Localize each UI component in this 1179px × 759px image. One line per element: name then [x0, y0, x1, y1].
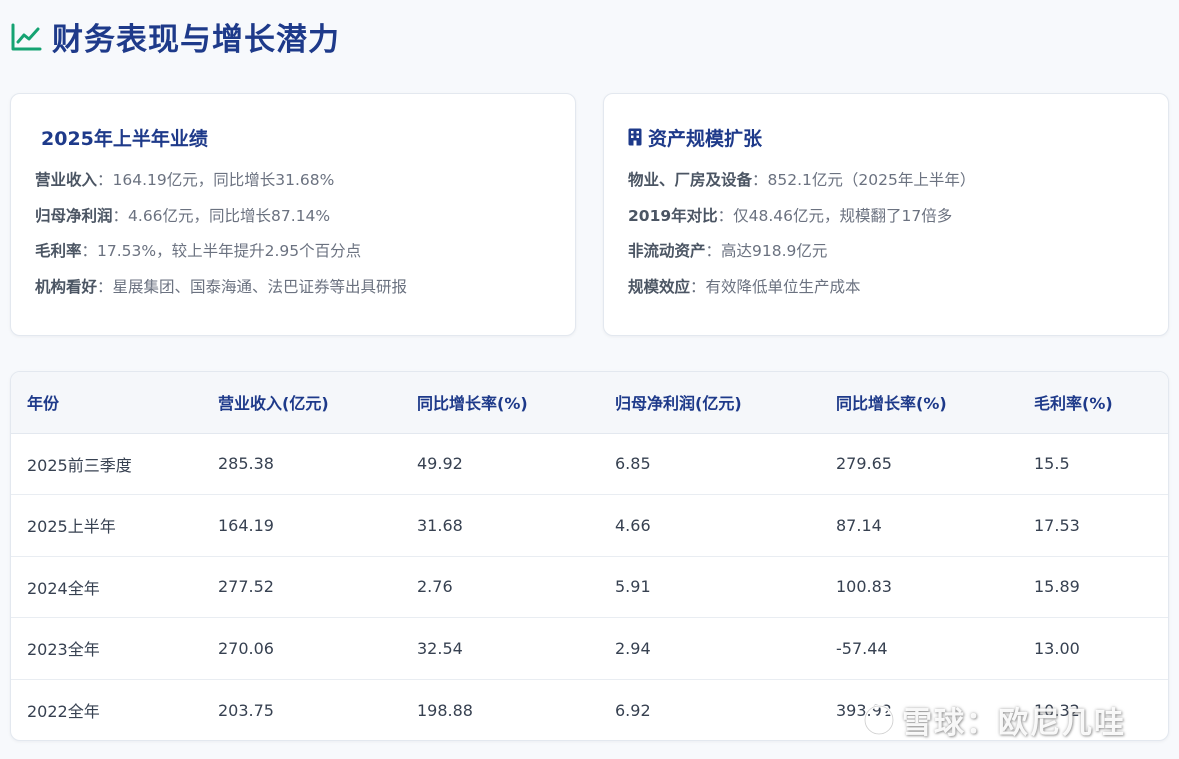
page-title-text: 财务表现与增长潜力 [52, 22, 340, 58]
performance-card: 2025年上半年业绩 营业收入：164.19亿元，同比增长31.68% 归母净利… [10, 93, 576, 336]
table-header-row: 年份 营业收入(亿元) 同比增长率(%) 归母净利润(亿元) 同比增长率(%) … [11, 372, 1168, 434]
cell-profit-growth: 87.14 [820, 494, 1018, 557]
cell-revenue-growth: 32.54 [401, 617, 599, 680]
line-label: 物业、厂房及设备 [628, 171, 753, 189]
line-value: 852.1亿元（2025年上半年） [767, 171, 976, 189]
header-revenue-growth: 同比增长率(%) [401, 372, 599, 434]
line-label: 归母净利润 [35, 206, 113, 225]
assets-line-scale: 规模效应：有效降低单位生产成本 [628, 277, 861, 296]
table-row: 2023全年 270.06 32.54 2.94 -57.44 13.00 [11, 617, 1168, 680]
cell-profit-growth: -57.44 [820, 617, 1018, 680]
cell-revenue-growth: 198.88 [417, 700, 473, 720]
header-year: 年份 [11, 372, 202, 434]
line-label: 2019年对比 [628, 206, 718, 225]
building-icon [628, 128, 642, 146]
financial-table: 年份 营业收入(亿元) 同比增长率(%) 归母净利润(亿元) 同比增长率(%) … [10, 371, 1169, 741]
cell-profit-growth: 100.83 [820, 556, 1018, 618]
line-value: 有效降低单位生产成本 [705, 277, 861, 296]
performance-line-gross-margin: 毛利率：17.53%，较上半年提升2.95个百分点 [35, 242, 362, 260]
performance-card-title: 2025年上半年业绩 [41, 127, 208, 150]
cell-revenue: 164.19 [202, 494, 401, 557]
cell-revenue: 285.38 [202, 433, 401, 495]
watermark: 雪球：欧尼几哇 [862, 698, 1126, 742]
cell-revenue-growth: 31.68 [401, 494, 599, 557]
table-row: 2024全年 277.52 2.76 5.91 100.83 15.89 [11, 556, 1168, 618]
cell-gross-margin: 13.00 [1018, 617, 1168, 680]
xueqiu-logo-icon [862, 703, 896, 737]
cell-net-profit: 2.94 [599, 617, 820, 680]
assets-line-ppe: 物业、厂房及设备：852.1亿元（2025年上半年） [628, 171, 976, 189]
cell-gross-margin: 15.5 [1018, 433, 1168, 495]
header-profit-growth: 同比增长率(%) [820, 372, 1018, 434]
line-value: 星展集团、国泰海通、法巴证券等出具研报 [112, 277, 408, 296]
line-label: 营业收入 [35, 171, 98, 189]
assets-line-noncurrent: 非流动资产：高达918.9亿元 [628, 242, 828, 260]
assets-line-2019: 2019年对比：仅48.46亿元，规模翻了17倍多 [628, 206, 953, 225]
cell-net-profit: 6.85 [599, 433, 820, 495]
cell-net-profit: 5.91 [599, 556, 820, 618]
line-value: 164.19亿元，同比增长31.68% [112, 171, 335, 189]
cell-gross-margin: 15.89 [1018, 556, 1168, 618]
cell-year: 2022全年 [27, 702, 100, 721]
performance-line-net-profit: 归母净利润：4.66亿元，同比增长87.14% [35, 206, 331, 225]
cell-net-profit: 4.66 [599, 494, 820, 557]
line-value: 4.66亿元，同比增长87.14% [128, 206, 331, 225]
cell-revenue: 277.52 [202, 556, 401, 618]
line-value: 仅48.46亿元，规模翻了17倍多 [733, 206, 953, 225]
watermark-text: 雪球：欧尼几哇 [902, 706, 1126, 741]
header-gross-margin: 毛利率(%) [1018, 372, 1168, 434]
cell-year: 2025上半年 [11, 494, 202, 557]
performance-line-institutions: 机构看好：星展集团、国泰海通、法巴证券等出具研报 [35, 277, 408, 296]
cell-gross-margin: 17.53 [1018, 494, 1168, 557]
cell-year: 2023全年 [11, 617, 202, 680]
cell-revenue: 270.06 [202, 617, 401, 680]
cell-revenue-growth: 2.76 [401, 556, 599, 618]
line-label: 毛利率 [35, 242, 82, 260]
cell-revenue: 203.75 [218, 700, 274, 720]
cell-profit-growth: 279.65 [820, 433, 1018, 495]
line-value: 17.53%，较上半年提升2.95个百分点 [97, 242, 362, 260]
line-value: 高达918.9亿元 [721, 242, 828, 260]
page-title: 财务表现与增长潜力 [10, 14, 340, 59]
cell-year: 2024全年 [11, 556, 202, 618]
assets-card-title: 资产规模扩张 [648, 127, 763, 150]
performance-line-revenue: 营业收入：164.19亿元，同比增长31.68% [35, 171, 335, 189]
header-revenue: 营业收入(亿元) [202, 372, 401, 434]
assets-card-heading: 资产规模扩张 [628, 122, 1144, 152]
cell-revenue-growth: 49.92 [401, 433, 599, 495]
line-label: 规模效应 [628, 277, 691, 296]
table-row: 2025前三季度 285.38 49.92 6.85 279.65 15.5 [11, 433, 1168, 495]
line-label: 非流动资产 [628, 242, 706, 260]
header-net-profit: 归母净利润(亿元) [599, 372, 820, 434]
chart-line-icon [10, 22, 42, 52]
cell-net-profit: 6.92 [615, 700, 651, 720]
table-row: 2025上半年 164.19 31.68 4.66 87.14 17.53 [11, 494, 1168, 557]
line-label: 机构看好 [35, 277, 98, 296]
cell-year: 2025前三季度 [11, 433, 202, 495]
assets-card: 资产规模扩张 物业、厂房及设备：852.1亿元（2025年上半年） 2019年对… [603, 93, 1169, 336]
